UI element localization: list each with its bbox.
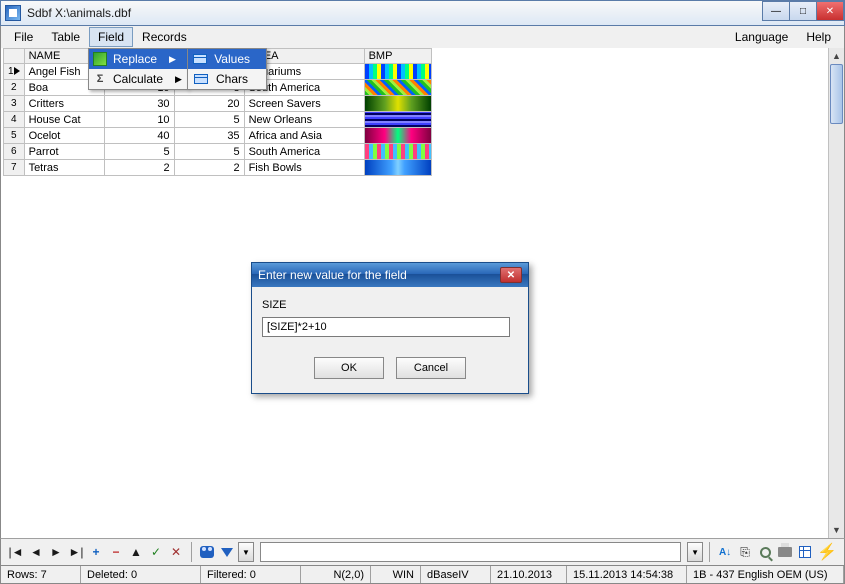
scroll-down-icon[interactable]: ▼: [829, 522, 844, 538]
delete-record-button[interactable]: −: [107, 542, 125, 562]
bmp-thumbnail: [365, 80, 431, 95]
find-button[interactable]: [198, 542, 216, 562]
title-bar: Sdbf X:\animals.dbf — □ ✕: [0, 0, 845, 26]
scroll-thumb[interactable]: [830, 64, 843, 124]
calculate-icon: Σ: [93, 71, 107, 87]
execute-button[interactable]: ⚡: [816, 542, 838, 562]
nav-first-button[interactable]: |◄: [7, 542, 25, 562]
zoom-button[interactable]: [756, 542, 774, 562]
filter-dropdown-button[interactable]: ▼: [238, 542, 254, 562]
cancel-edit-button[interactable]: ✕: [167, 542, 185, 562]
magnifier-icon: [760, 547, 771, 558]
status-rows: Rows: 7: [1, 566, 81, 583]
minimize-button[interactable]: —: [762, 1, 790, 21]
nav-prev-button[interactable]: ◄: [27, 542, 45, 562]
search-dropdown-button[interactable]: ▼: [687, 542, 703, 562]
table-row[interactable]: 3 Critters 30 20 Screen Savers: [4, 96, 432, 112]
goto-button[interactable]: ⎘: [736, 542, 754, 562]
dialog-value-input[interactable]: [262, 317, 510, 337]
bmp-thumbnail: [365, 96, 431, 111]
table-row[interactable]: 5 Ocelot 40 35 Africa and Asia: [4, 128, 432, 144]
field-submenu: Replace ▶ Σ Calculate ▶: [88, 48, 188, 90]
status-codepage: 1B - 437 English OEM (US): [687, 566, 844, 583]
bmp-thumbnail: [365, 64, 431, 79]
navigation-toolbar: |◄ ◄ ► ►| + − ▲ ✓ ✕ ▼ ▼ A↓ ⎘ ⚡: [0, 538, 845, 566]
bmp-thumbnail: [365, 144, 431, 159]
dialog-title: Enter new value for the field: [258, 268, 407, 282]
menu-help[interactable]: Help: [797, 27, 840, 47]
status-version: dBaseIV: [421, 566, 491, 583]
status-bar: Rows: 7 Deleted: 0 Filtered: 0 N(2,0) WI…: [0, 566, 845, 584]
scroll-up-icon[interactable]: ▲: [829, 48, 844, 64]
app-icon: [5, 5, 21, 21]
close-button[interactable]: ✕: [816, 1, 844, 21]
print-button[interactable]: [776, 542, 794, 562]
menu-bar: File Table Field Records Language Help: [0, 26, 845, 48]
funnel-icon: [221, 548, 233, 557]
menu-replace[interactable]: Replace ▶: [89, 49, 187, 69]
add-record-button[interactable]: +: [87, 542, 105, 562]
grid-corner: [4, 49, 25, 64]
sort-asc-button[interactable]: A↓: [716, 542, 734, 562]
bmp-thumbnail: [365, 112, 431, 127]
submenu-arrow-icon: ▶: [157, 54, 176, 65]
menu-calculate[interactable]: Σ Calculate ▶: [89, 69, 187, 89]
nav-next-button[interactable]: ►: [47, 542, 65, 562]
status-now: 15.11.2013 14:54:38: [567, 566, 687, 583]
maximize-button[interactable]: □: [789, 1, 817, 21]
client-area: NAME SIZE WEIGHT AREA BMP 1 Angel Fish 2…: [0, 48, 845, 538]
grid-icon: [799, 546, 811, 558]
bmp-thumbnail: [365, 128, 431, 143]
menu-records[interactable]: Records: [133, 27, 196, 47]
status-filtered: Filtered: 0: [201, 566, 301, 583]
status-fieldtype: N(2,0): [301, 566, 371, 583]
col-bmp[interactable]: BMP: [364, 49, 431, 64]
enter-value-dialog: Enter new value for the field ✕ SIZE OK …: [251, 262, 529, 394]
current-row-marker-icon: [14, 67, 20, 75]
submenu-arrow-icon: ▶: [163, 74, 182, 85]
post-button[interactable]: ✓: [147, 542, 165, 562]
filter-button[interactable]: [218, 542, 236, 562]
replace-submenu: Values Chars: [187, 48, 267, 90]
window-title: Sdbf X:\animals.dbf: [27, 6, 131, 20]
ok-button[interactable]: OK: [314, 357, 384, 379]
status-deleted: Deleted: 0: [81, 566, 201, 583]
printer-icon: [778, 547, 792, 557]
chars-icon: [192, 71, 210, 87]
status-created: 21.10.2013: [491, 566, 567, 583]
dialog-field-label: SIZE: [262, 299, 518, 311]
search-input[interactable]: [260, 542, 681, 562]
dialog-title-bar[interactable]: Enter new value for the field ✕: [252, 263, 528, 287]
structure-button[interactable]: [796, 542, 814, 562]
edit-record-button[interactable]: ▲: [127, 542, 145, 562]
table-row[interactable]: 7 Tetras 2 2 Fish Bowls: [4, 160, 432, 176]
status-os: WIN: [371, 566, 421, 583]
replace-icon: [93, 51, 107, 67]
dialog-close-button[interactable]: ✕: [500, 267, 522, 283]
bmp-thumbnail: [365, 160, 431, 175]
vertical-scrollbar[interactable]: ▲ ▼: [828, 48, 844, 538]
table-row[interactable]: 4 House Cat 10 5 New Orleans: [4, 112, 432, 128]
menu-replace-values[interactable]: Values: [188, 49, 266, 69]
cancel-button[interactable]: Cancel: [396, 357, 466, 379]
menu-language[interactable]: Language: [726, 27, 797, 47]
menu-field[interactable]: Field: [89, 27, 133, 47]
window-controls: — □ ✕: [763, 1, 844, 21]
values-icon: [192, 51, 208, 67]
table-row[interactable]: 6 Parrot 5 5 South America: [4, 144, 432, 160]
menu-table[interactable]: Table: [42, 27, 89, 47]
menu-file[interactable]: File: [5, 27, 42, 47]
binoculars-icon: [200, 546, 214, 558]
menu-replace-chars[interactable]: Chars: [188, 69, 266, 89]
nav-last-button[interactable]: ►|: [67, 542, 85, 562]
